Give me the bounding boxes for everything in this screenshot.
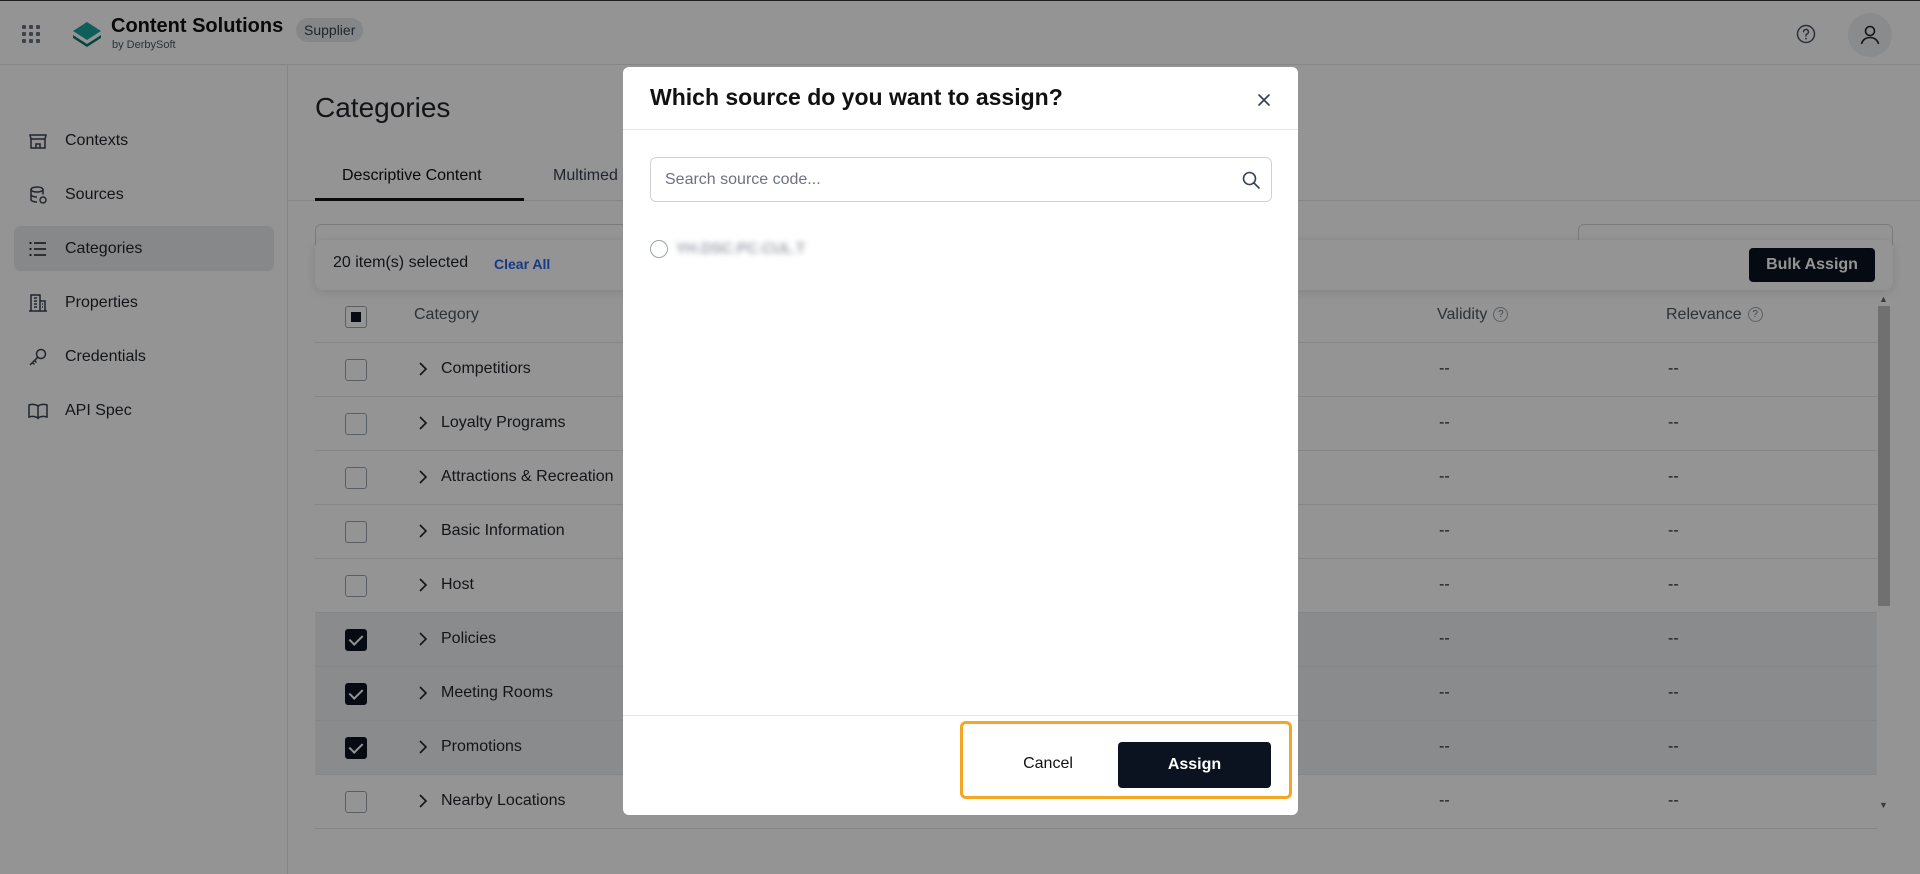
search-icon[interactable] [1241,170,1261,190]
cancel-button[interactable]: Cancel [995,742,1101,786]
source-option-radio[interactable] [650,240,668,258]
assign-source-dialog: Which source do you want to assign? YH.D… [623,67,1298,815]
close-icon[interactable] [1253,89,1275,111]
dialog-footer-divider [623,715,1298,716]
source-search-input[interactable] [663,158,1223,201]
dialog-title: Which source do you want to assign? [650,84,1063,110]
source-search-box [650,157,1272,202]
source-option-label[interactable]: YH.DSC.PC.CUL.T [676,240,805,257]
assign-button[interactable]: Assign [1118,742,1271,788]
dialog-header-divider [623,129,1298,130]
